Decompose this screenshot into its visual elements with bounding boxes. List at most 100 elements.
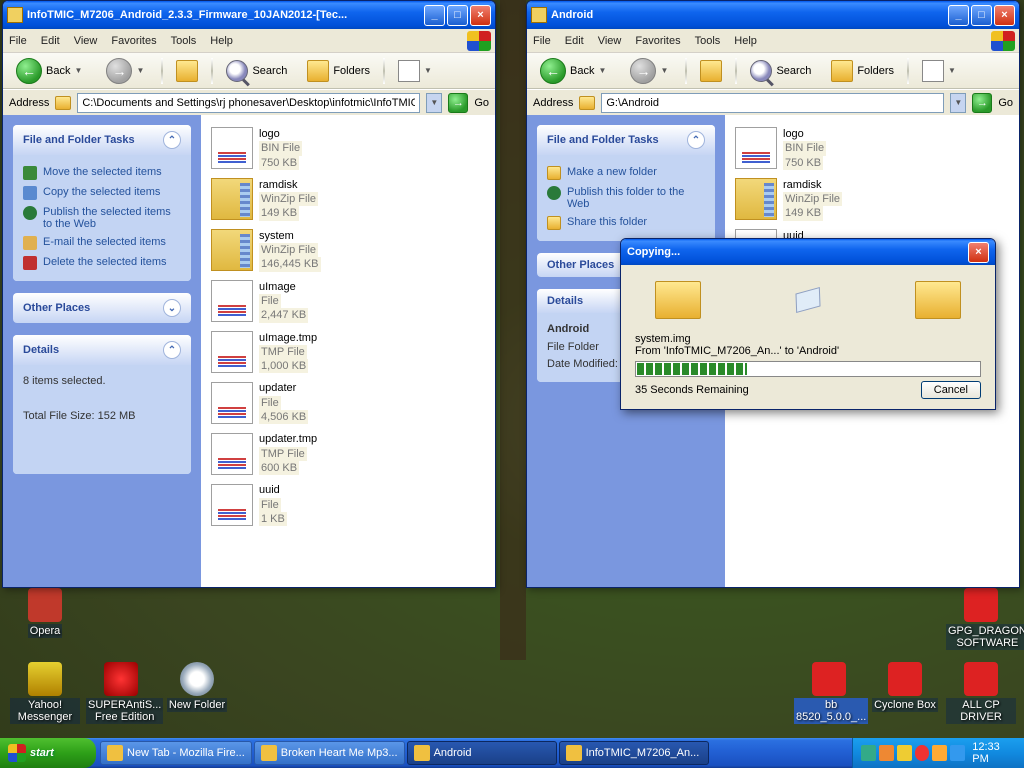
file-item[interactable]: ramdisk WinZip File 149 KB: [733, 174, 1011, 225]
taskbar-button[interactable]: InfoTMIC_M7206_An...: [559, 741, 709, 765]
system-tray[interactable]: 12:33 PM: [852, 738, 1024, 768]
taskbar-button[interactable]: Android: [407, 741, 557, 765]
file-item[interactable]: updater.tmp TMP File 600 KB: [209, 428, 487, 479]
up-button[interactable]: [169, 56, 205, 86]
views-button[interactable]: ▼: [391, 56, 443, 86]
collapse-icon[interactable]: ⌃: [163, 341, 181, 359]
progress-bar: [635, 361, 981, 377]
taskbar-button[interactable]: Broken Heart Me Mp3...: [254, 741, 405, 765]
taskbar-clock[interactable]: 12:33 PM: [972, 741, 1016, 765]
menu-view[interactable]: View: [598, 35, 622, 47]
maximize-button[interactable]: □: [971, 5, 992, 26]
folders-button[interactable]: Folders: [824, 56, 901, 86]
file-icon: [211, 127, 253, 169]
toolbar-left: ←Back▼ →▼ Search Folders ▼: [3, 53, 495, 89]
address-input[interactable]: [601, 93, 944, 113]
dialog-close-button[interactable]: ×: [968, 242, 989, 263]
task-delete[interactable]: Delete the selected items: [23, 253, 181, 273]
menu-help[interactable]: Help: [734, 35, 757, 47]
copy-dialog: Copying... × system.img From 'InfoTMIC_M…: [620, 238, 996, 410]
folders-button[interactable]: Folders: [300, 56, 377, 86]
task-publish[interactable]: Publish this folder to the Web: [547, 183, 705, 213]
maximize-button[interactable]: □: [447, 5, 468, 26]
menu-help[interactable]: Help: [210, 35, 233, 47]
titlebar-right[interactable]: Android _ □ ×: [527, 1, 1019, 29]
menu-view[interactable]: View: [74, 35, 98, 47]
close-button[interactable]: ×: [994, 5, 1015, 26]
dialog-titlebar[interactable]: Copying... ×: [621, 239, 995, 265]
collapse-icon[interactable]: ⌃: [163, 131, 181, 149]
file-name: ramdisk: [783, 178, 842, 192]
desktop-icon-bb[interactable]: bb 8520_5.0.0_...: [794, 662, 864, 724]
tray-icon[interactable]: [879, 745, 894, 761]
file-type: WinZip File: [783, 192, 842, 206]
forward-button[interactable]: →▼: [99, 54, 155, 88]
cancel-button[interactable]: Cancel: [921, 381, 981, 399]
tray-volume-icon[interactable]: [932, 745, 947, 761]
file-item[interactable]: updater File 4,506 KB: [209, 377, 487, 428]
titlebar-left[interactable]: InfoTMIC_M7206_Android_2.3.3_Firmware_10…: [3, 1, 495, 29]
tray-icon[interactable]: [861, 745, 876, 761]
minimize-button[interactable]: _: [424, 5, 445, 26]
tray-icon[interactable]: [950, 745, 965, 761]
menu-edit[interactable]: Edit: [41, 35, 60, 47]
go-button[interactable]: →: [972, 93, 992, 113]
close-button[interactable]: ×: [470, 5, 491, 26]
desktop-icon-newfolder[interactable]: New Folder: [162, 662, 232, 712]
file-size: 146,445 KB: [259, 257, 321, 271]
start-button[interactable]: start: [0, 738, 96, 768]
task-publish[interactable]: Publish the selected items to the Web: [23, 203, 181, 233]
up-button[interactable]: [693, 56, 729, 86]
task-copy[interactable]: Copy the selected items: [23, 183, 181, 203]
file-name: system: [259, 229, 321, 243]
desktop-icon-yahoo[interactable]: Yahoo! Messenger: [10, 662, 80, 724]
file-item[interactable]: logo BIN File 750 KB: [209, 123, 487, 174]
file-size: 600 KB: [259, 461, 299, 475]
taskbar-button[interactable]: New Tab - Mozilla Fire...: [100, 741, 252, 765]
folder-icon: [55, 96, 71, 110]
tray-icon[interactable]: [897, 745, 912, 761]
task-share[interactable]: Share this folder: [547, 213, 705, 233]
search-button[interactable]: Search: [219, 56, 294, 86]
desktop-icon-gpg[interactable]: GPG_DRAGON SOFTWARE: [946, 588, 1016, 650]
desktop-icon-cyclone[interactable]: Cyclone Box: [870, 662, 940, 712]
task-email[interactable]: E-mail the selected items: [23, 233, 181, 253]
file-item[interactable]: logo BIN File 750 KB: [733, 123, 1011, 174]
menu-tools[interactable]: Tools: [171, 35, 197, 47]
file-item[interactable]: ramdisk WinZip File 149 KB: [209, 174, 487, 225]
menu-favorites[interactable]: Favorites: [111, 35, 156, 47]
forward-button[interactable]: →▼: [623, 54, 679, 88]
task-newfolder[interactable]: Make a new folder: [547, 163, 705, 183]
task-move[interactable]: Move the selected items: [23, 163, 181, 183]
menu-favorites[interactable]: Favorites: [635, 35, 680, 47]
file-list-left[interactable]: logo BIN File 750 KB ramdisk WinZip File…: [201, 115, 495, 587]
expand-icon[interactable]: ⌄: [163, 299, 181, 317]
collapse-icon[interactable]: ⌃: [687, 131, 705, 149]
back-button[interactable]: ←Back▼: [9, 54, 93, 88]
address-drop[interactable]: ▼: [950, 93, 966, 113]
details-name: Android: [547, 323, 589, 335]
desktop-icon-opera[interactable]: Opera: [10, 588, 80, 638]
file-type: BIN File: [259, 141, 302, 155]
views-button[interactable]: ▼: [915, 56, 967, 86]
file-icon: [211, 433, 253, 475]
menu-file[interactable]: File: [9, 35, 27, 47]
desktop-icon-superanti[interactable]: SUPERAntiS... Free Edition: [86, 662, 156, 724]
menu-tools[interactable]: Tools: [695, 35, 721, 47]
file-item[interactable]: uImage.tmp TMP File 1,000 KB: [209, 327, 487, 378]
menu-edit[interactable]: Edit: [565, 35, 584, 47]
file-item[interactable]: system WinZip File 146,445 KB: [209, 225, 487, 276]
file-name: uuid: [259, 483, 287, 497]
file-item[interactable]: uuid File 1 KB: [209, 479, 487, 530]
tray-icon[interactable]: [915, 745, 930, 761]
minimize-button[interactable]: _: [948, 5, 969, 26]
search-button[interactable]: Search: [743, 56, 818, 86]
back-button[interactable]: ←Back▼: [533, 54, 617, 88]
address-drop[interactable]: ▼: [426, 93, 442, 113]
file-item[interactable]: uImage File 2,447 KB: [209, 276, 487, 327]
file-type: File: [259, 294, 281, 308]
desktop-icon-allcp[interactable]: ALL CP DRIVER: [946, 662, 1016, 724]
go-button[interactable]: →: [448, 93, 468, 113]
menu-file[interactable]: File: [533, 35, 551, 47]
address-input[interactable]: [77, 93, 420, 113]
